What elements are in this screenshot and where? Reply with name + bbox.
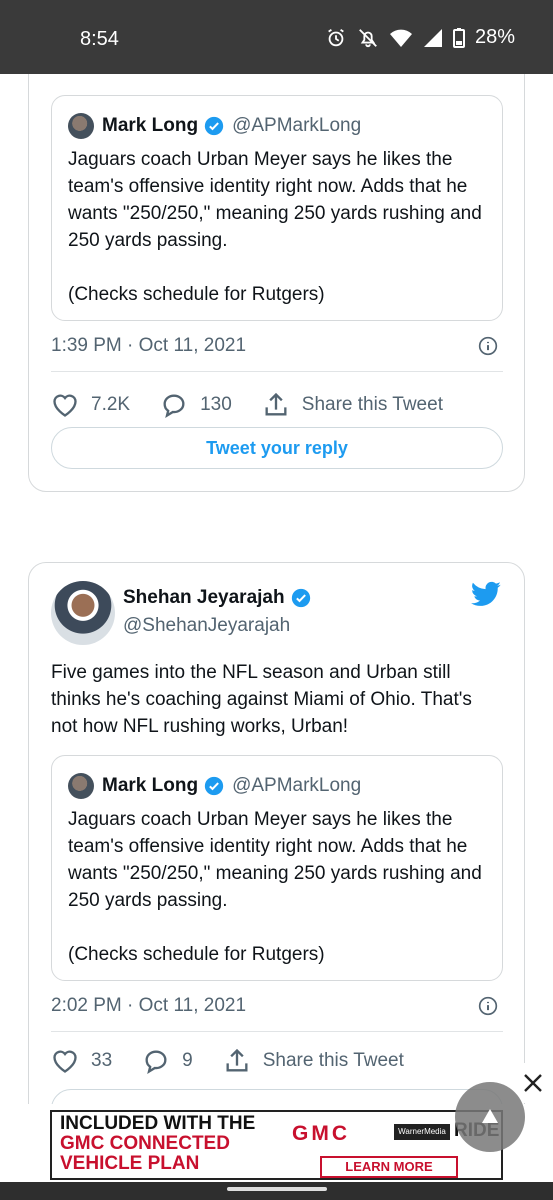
quoted-tweet-header: Mark Long @APMarkLong: [68, 772, 361, 800]
tweet-text: Five games into the NFL season and Urban…: [51, 662, 472, 737]
tweet-author: Shehan Jeyarajah @ShehanJeyarajah: [51, 581, 319, 645]
twitter-bird-icon[interactable]: [470, 581, 502, 609]
quoted-tweet-text: Jaguars coach Urban Meyer says he likes …: [68, 149, 482, 305]
quoted-tweet[interactable]: Mark Long @APMarkLong Jaguars coach Urba…: [51, 95, 503, 321]
comment-icon: [145, 1050, 167, 1074]
share-icon: [226, 1048, 248, 1072]
reply-count-button[interactable]: 130: [160, 392, 232, 418]
bell-off-icon: [359, 28, 377, 47]
gmc-logo: GMC: [292, 1122, 350, 1145]
heart-icon: [53, 1050, 77, 1073]
ad-line-3: VEHICLE PLAN: [60, 1153, 200, 1174]
tweet-reply-button[interactable]: [51, 1089, 503, 1104]
tweet-card[interactable]: Mark Long @APMarkLong Jaguars coach Urba…: [28, 74, 525, 492]
author-name-row: Shehan Jeyarajah: [123, 587, 319, 609]
tweet-reply-button[interactable]: Tweet your reply: [51, 427, 503, 469]
like-count: 33: [91, 1050, 113, 1071]
tweet-card[interactable]: Shehan Jeyarajah @ShehanJeyarajah Five g…: [28, 562, 525, 1104]
reply-count: 130: [200, 394, 232, 415]
quoted-tweet-header: Mark Long @APMarkLong: [68, 112, 361, 140]
alarm-icon: [328, 28, 344, 46]
quoted-tweet[interactable]: Mark Long @APMarkLong Jaguars coach Urba…: [51, 755, 503, 981]
info-icon[interactable]: [478, 996, 498, 1016]
share-button[interactable]: Share this Tweet: [223, 1047, 404, 1075]
reply-count: 9: [182, 1050, 193, 1071]
divider: [51, 1031, 503, 1032]
comment-icon: [163, 394, 185, 418]
nav-bar: [0, 1182, 553, 1200]
tweet-timestamp[interactable]: 1:39 PM · Oct 11, 2021: [51, 335, 246, 357]
author-name[interactable]: Shehan Jeyarajah: [123, 587, 285, 609]
share-label: Share this Tweet: [301, 394, 443, 415]
like-count: 7.2K: [91, 394, 131, 415]
feed[interactable]: Mark Long @APMarkLong Jaguars coach Urba…: [0, 74, 553, 1104]
arrow-up-icon: [482, 1109, 498, 1123]
verified-icon: [204, 116, 224, 136]
wifi-icon: [389, 29, 412, 47]
verified-icon: [291, 588, 310, 608]
status-icons: 28%: [325, 26, 515, 49]
quoted-tweet-text: Jaguars coach Urban Meyer says he likes …: [68, 809, 482, 965]
ad-creative[interactable]: INCLUDED WITH THE GMC CONNECTED VEHICLE …: [50, 1110, 503, 1180]
quoted-author-name[interactable]: Mark Long: [102, 775, 198, 797]
share-icon: [265, 392, 287, 416]
quoted-author-name[interactable]: Mark Long: [102, 115, 198, 137]
status-time: 8:54: [80, 28, 119, 50]
avatar[interactable]: [68, 773, 94, 799]
battery-percent: 28%: [474, 26, 515, 48]
ad-headline: INCLUDED WITH THE GMC CONNECTED VEHICLE …: [60, 1114, 255, 1174]
learn-more-button[interactable]: LEARN MORE: [320, 1156, 458, 1178]
heart-icon: [53, 394, 77, 417]
scroll-top-button[interactable]: [455, 1082, 525, 1152]
status-bar: 8:54 28%: [0, 0, 553, 74]
share-label: Share this Tweet: [262, 1050, 404, 1071]
tweet-actions: 33 9 Share this Tweet: [51, 1047, 434, 1075]
avatar[interactable]: [51, 581, 115, 645]
tweet-actions: 7.2K 130 Share this Tweet: [51, 391, 473, 419]
like-button[interactable]: 7.2K: [51, 392, 130, 418]
home-gesture-handle[interactable]: [227, 1187, 327, 1191]
warnermedia-logo: WarnerMedia: [394, 1124, 450, 1140]
tweet-timestamp[interactable]: 2:02 PM · Oct 11, 2021: [51, 995, 246, 1017]
quoted-author-handle[interactable]: @APMarkLong: [232, 775, 361, 797]
reply-count-button[interactable]: 9: [142, 1048, 193, 1074]
signal-icon: [423, 28, 442, 47]
info-icon[interactable]: [478, 336, 498, 356]
quoted-author-handle[interactable]: @APMarkLong: [232, 115, 361, 137]
like-button[interactable]: 33: [51, 1048, 112, 1074]
author-handle[interactable]: @ShehanJeyarajah: [123, 615, 319, 637]
battery-icon: [452, 27, 465, 48]
share-button[interactable]: Share this Tweet: [262, 391, 443, 419]
verified-icon: [204, 776, 224, 796]
close-icon: [524, 1074, 542, 1092]
divider: [51, 371, 503, 372]
avatar[interactable]: [68, 113, 94, 139]
ad-line-2: GMC CONNECTED: [60, 1133, 230, 1154]
ad-line-1: INCLUDED WITH THE: [60, 1113, 256, 1134]
